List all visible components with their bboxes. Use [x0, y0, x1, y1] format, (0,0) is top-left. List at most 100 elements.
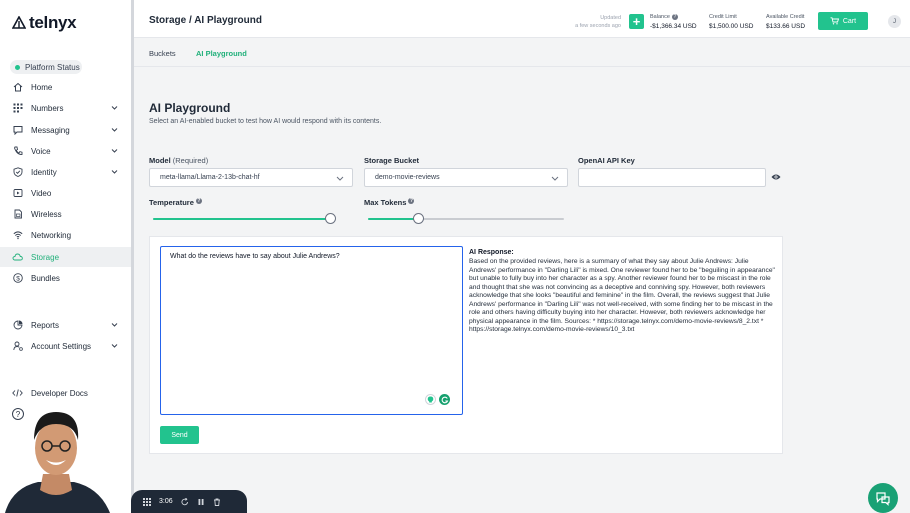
- sidebar-item-messaging[interactable]: Messaging: [0, 120, 131, 140]
- updated-status: Updated a few seconds ago: [571, 14, 621, 30]
- storage-bucket-value: demo-movie-reviews: [375, 174, 440, 181]
- sidebar-item-label: Identity: [31, 167, 57, 177]
- credit-limit-value: $1,500.00 USD: [709, 23, 754, 30]
- add-funds-button[interactable]: +: [629, 14, 644, 29]
- max-tokens-slider-thumb[interactable]: [413, 213, 425, 224]
- cart-button[interactable]: Cart: [818, 12, 868, 30]
- available-credit-value: $133.66 USD: [766, 23, 806, 30]
- avatar[interactable]: J: [888, 15, 901, 28]
- sidebar-item-networking[interactable]: Networking: [0, 225, 131, 245]
- openai-api-key-input[interactable]: [578, 168, 766, 187]
- available-credit-label: Available Credit: [766, 14, 805, 20]
- logo-text: telnyx: [29, 13, 77, 32]
- telnyx-logo[interactable]: telnyx: [12, 13, 77, 33]
- support-chat-button[interactable]: [868, 483, 898, 513]
- sidebar-item-home[interactable]: Home: [0, 77, 131, 97]
- telnyx-logo-icon: [12, 16, 26, 29]
- sidebar-item-storage[interactable]: Storage: [0, 247, 131, 267]
- grid-icon[interactable]: [143, 497, 151, 506]
- cart-icon: [830, 17, 839, 25]
- extension-icons: [425, 394, 450, 405]
- sidebar-item-label: Developer Docs: [31, 388, 88, 398]
- storage-bucket-label: Storage Bucket: [364, 156, 420, 165]
- model-label-text: Model: [149, 156, 171, 165]
- temperature-slider-thumb[interactable]: [324, 213, 336, 224]
- info-icon[interactable]: ?: [408, 198, 415, 204]
- openai-api-key-label: OpenAI API Key: [578, 156, 635, 165]
- info-icon[interactable]: ?: [195, 198, 202, 204]
- eye-icon[interactable]: [771, 173, 781, 181]
- info-icon[interactable]: ?: [671, 14, 678, 20]
- wifi-icon: [12, 230, 23, 241]
- sidebar-item-label: Account Settings: [31, 341, 92, 351]
- phone-icon: [12, 146, 23, 157]
- model-select[interactable]: meta-llama/Llama-2-13b-chat-hf: [149, 168, 353, 187]
- sim-icon: [12, 209, 23, 220]
- chevron-down-icon: [336, 176, 344, 181]
- sidebar-item-label: Messaging: [31, 125, 70, 135]
- prompt-textarea[interactable]: What do the reviews have to say about Ju…: [160, 246, 463, 415]
- chevron-down-icon: [111, 323, 118, 327]
- max-tokens-slider-fill: [368, 218, 419, 220]
- credit-limit-label: Credit Limit: [709, 14, 737, 20]
- max-tokens-slider[interactable]: [368, 213, 564, 224]
- max-tokens-label-text: Max Tokens: [364, 198, 407, 207]
- sidebar-item-label: Voice: [31, 146, 51, 156]
- restart-icon[interactable]: [181, 497, 189, 506]
- top-header: Storage / AI Playground Updated a few se…: [134, 0, 910, 38]
- chevron-down-icon: [111, 344, 118, 348]
- sidebar-item-bundles[interactable]: $ Bundles: [0, 268, 131, 288]
- status-dot-icon: [15, 64, 20, 70]
- chart-icon: [12, 320, 23, 331]
- chevron-down-icon: [111, 128, 118, 132]
- ai-response-label: AI Response:: [469, 249, 514, 256]
- sidebar-item-label: Bundles: [31, 273, 60, 283]
- sidebar-item-voice[interactable]: Voice: [0, 141, 131, 161]
- balance-label: Balance: [650, 14, 670, 20]
- sidebar-item-label: Numbers: [31, 103, 64, 113]
- sidebar-item-account-settings[interactable]: Account Settings: [0, 336, 131, 356]
- sidebar-item-label: Reports: [31, 320, 60, 330]
- sidebar-item-label: Networking: [31, 230, 72, 240]
- webcam-overlay: [0, 404, 112, 513]
- recording-controls: 3:06: [131, 490, 247, 513]
- tab-ai-playground[interactable]: AI Playground: [196, 49, 247, 58]
- model-label: Model (Required): [149, 156, 208, 165]
- storage-bucket-select[interactable]: demo-movie-reviews: [364, 168, 568, 187]
- sidebar-item-label: Video: [31, 188, 52, 198]
- sidebar-item-numbers[interactable]: Numbers: [0, 98, 131, 118]
- temperature-slider[interactable]: [153, 213, 336, 224]
- pause-icon[interactable]: [197, 498, 205, 506]
- trash-icon[interactable]: [213, 498, 221, 506]
- section-title: AI Playground: [149, 101, 231, 115]
- lightbulb-icon[interactable]: [425, 394, 436, 405]
- section-subtitle: Select an AI-enabled bucket to test how …: [149, 118, 382, 125]
- code-icon: [12, 388, 23, 399]
- send-button[interactable]: Send: [160, 426, 199, 444]
- grammarly-icon[interactable]: [439, 394, 450, 405]
- sidebar-divider: [131, 0, 134, 513]
- temperature-slider-fill: [153, 218, 331, 220]
- platform-status-label: Platform Status: [25, 62, 80, 72]
- sidebar-item-reports[interactable]: Reports: [0, 315, 131, 335]
- available-credit-stat: Available Credit $133.66 USD: [766, 14, 805, 30]
- tab-bar: Buckets AI Playground: [134, 39, 910, 67]
- cloud-icon: [12, 252, 23, 263]
- sidebar-item-video[interactable]: Video: [0, 183, 131, 203]
- cart-label: Cart: [842, 17, 857, 25]
- message-icon: [12, 125, 23, 136]
- recording-time: 3:06: [159, 498, 173, 505]
- chevron-down-icon: [111, 106, 118, 110]
- sidebar-item-developer-docs[interactable]: Developer Docs: [0, 383, 131, 403]
- sidebar-item-wireless[interactable]: Wireless: [0, 204, 131, 224]
- max-tokens-label: Max Tokens?: [364, 198, 415, 207]
- chevron-down-icon: [111, 149, 118, 153]
- video-icon: [12, 188, 23, 199]
- page-title: Storage / AI Playground: [149, 15, 262, 26]
- sidebar-item-identity[interactable]: Identity: [0, 162, 131, 182]
- temperature-label: Temperature?: [149, 198, 202, 207]
- svg-text:$: $: [16, 275, 20, 282]
- tab-buckets[interactable]: Buckets: [149, 49, 176, 58]
- platform-status-badge[interactable]: Platform Status: [10, 60, 82, 74]
- ai-response-text: Based on the provided reviews, here is a…: [469, 258, 775, 333]
